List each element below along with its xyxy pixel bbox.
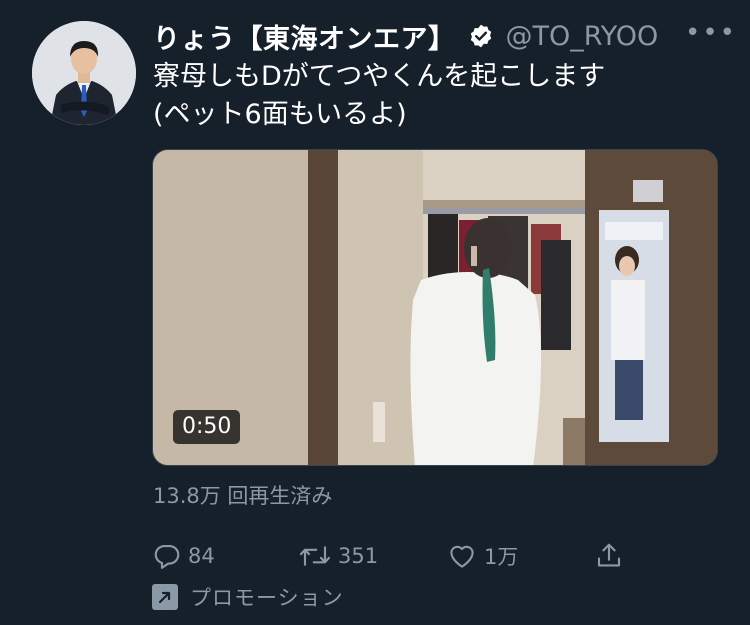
like-button[interactable]: 1万 — [446, 536, 518, 576]
promoted-text: プロモーション — [190, 586, 344, 610]
share-button[interactable] — [594, 536, 624, 576]
like-icon — [450, 545, 474, 568]
retweet-icon — [299, 546, 331, 566]
tweet-text-line: (ペット6面もいるよ) — [153, 99, 407, 130]
tweet-text-line: 寮母しもDがてつやくんを起こします — [153, 61, 606, 92]
share-icon — [597, 543, 621, 567]
verified-badge-icon — [468, 23, 494, 49]
tweet[interactable]: りょう【東海オンエア】 @TO_RYOO ••• 寮母しもDがてつやくんを起こし… — [0, 0, 750, 625]
reply-button[interactable]: 84 — [152, 536, 215, 576]
author-handle[interactable]: @TO_RYOO — [506, 21, 659, 52]
promoted-icon — [152, 584, 178, 610]
like-count: 1万 — [484, 545, 519, 569]
tweet-header: りょう【東海オンエア】 @TO_RYOO — [153, 14, 658, 58]
retweet-count: 351 — [338, 544, 379, 568]
reply-count: 84 — [188, 544, 215, 568]
promoted-label: プロモーション — [152, 582, 344, 612]
reply-icon — [154, 544, 180, 569]
view-count: 13.8万 回再生済み — [153, 484, 333, 508]
author-display-name[interactable]: りょう【東海オンエア】 — [153, 17, 456, 56]
retweet-button[interactable]: 351 — [298, 536, 378, 576]
avatar[interactable] — [32, 21, 136, 125]
video-duration-badge: 0:50 — [173, 410, 241, 444]
video-player[interactable]: 0:50 — [152, 149, 718, 466]
more-icon[interactable]: ••• — [685, 18, 737, 48]
tweet-text: 寮母しもDがてつやくんを起こします (ペット6面もいるよ) — [153, 58, 713, 134]
tweet-actions: 84 351 1万 — [152, 536, 632, 576]
